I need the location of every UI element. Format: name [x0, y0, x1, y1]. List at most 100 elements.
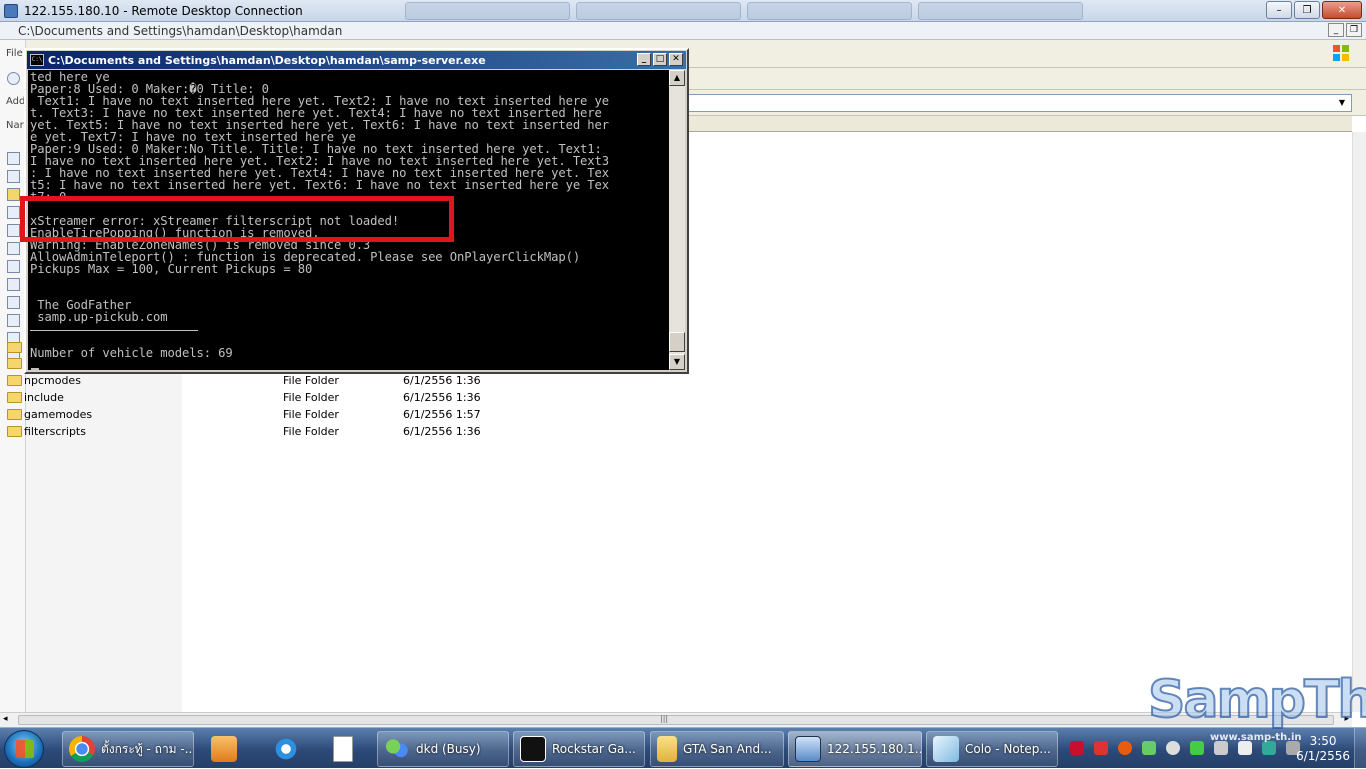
ghost-tab — [405, 2, 570, 20]
file-date: 6/1/2556 1:36 — [403, 425, 481, 438]
file-row[interactable]: npcmodes File Folder 6/1/2556 1:36 — [0, 373, 700, 390]
watermark-url: www.samp-th.in — [1210, 732, 1302, 743]
folder-icon[interactable] — [7, 358, 22, 369]
taskbar-pinned-document[interactable] — [318, 731, 368, 767]
document-icon — [333, 736, 353, 762]
taskbar-pinned-media[interactable] — [198, 731, 248, 767]
messenger-icon — [384, 736, 410, 762]
ghost-tab — [576, 2, 741, 20]
taskbar-item-label: 122.155.180.1... — [827, 742, 921, 756]
console-window-title: C:\Documents and Settings\hamdan\Desktop… — [48, 53, 486, 67]
taskbar-item-label: GTA San And... — [683, 742, 772, 756]
explorer-minimize-button[interactable]: _ — [1328, 23, 1344, 37]
rdp-minimize-button[interactable]: – — [1266, 1, 1292, 19]
explorer-window-controls: _ ❐ — [1328, 23, 1362, 37]
volume-icon[interactable] — [1214, 741, 1228, 755]
speaker-icon[interactable] — [1238, 741, 1252, 755]
taskbar-item-notepad[interactable]: Colo - Notep... — [926, 731, 1058, 767]
notepad-icon — [933, 736, 959, 762]
address-input[interactable]: ▼ — [688, 94, 1352, 112]
explorer-titlebar[interactable]: C:\Documents and Settings\hamdan\Desktop… — [0, 22, 1366, 40]
browser-tray-icon[interactable] — [1118, 741, 1132, 755]
windows-logo-icon — [16, 740, 34, 758]
file-type: File Folder — [283, 391, 339, 404]
scroll-up-icon[interactable]: ▲ — [669, 70, 685, 86]
show-desktop-button[interactable] — [1354, 728, 1366, 769]
rdp-background-tabs — [405, 2, 1083, 20]
file-row[interactable]: include File Folder 6/1/2556 1:36 — [0, 390, 700, 407]
file-name: include — [24, 391, 64, 404]
console-minimize-button[interactable]: _ — [637, 53, 651, 66]
console-titlebar[interactable]: C:\ C:\Documents and Settings\hamdan\Des… — [27, 51, 686, 69]
file-icon[interactable] — [7, 260, 20, 273]
name-column-label[interactable]: Nar — [6, 120, 24, 131]
chevron-down-icon[interactable]: ▼ — [1335, 96, 1349, 110]
console-maximize-button[interactable]: □ — [653, 53, 667, 66]
file-icon[interactable] — [7, 170, 20, 183]
file-type: File Folder — [283, 408, 339, 421]
start-button[interactable] — [4, 730, 44, 768]
rdp-window-controls: – ❐ ✕ — [1266, 1, 1362, 19]
ghost-tab — [747, 2, 912, 20]
rdp-restore-button[interactable]: ❐ — [1294, 1, 1320, 19]
taskbar-item-label: ตั้งกระทู้ - ถาม -... — [101, 741, 193, 756]
file-icon[interactable] — [7, 242, 20, 255]
console-close-button[interactable]: ✕ — [669, 53, 683, 66]
console-scroll-thumb[interactable] — [669, 332, 685, 352]
explorer-restore-button[interactable]: ❐ — [1346, 23, 1362, 37]
taskbar-item-label: Colo - Notep... — [965, 742, 1051, 756]
ghost-tab — [918, 2, 1083, 20]
taskbar-item-messenger[interactable]: dkd (Busy) — [377, 731, 509, 767]
error-highlight-box — [20, 196, 454, 242]
folder-icon[interactable] — [7, 342, 22, 353]
file-icon[interactable] — [7, 152, 20, 165]
address-label: Add — [6, 96, 26, 107]
window-icon[interactable] — [7, 206, 20, 219]
chrome-icon — [69, 736, 95, 762]
file-icon[interactable] — [7, 314, 20, 327]
folder-icon — [7, 426, 22, 437]
pen-icon[interactable] — [1142, 741, 1156, 755]
back-icon[interactable] — [7, 72, 20, 85]
file-date: 6/1/2556 1:57 — [403, 408, 481, 421]
folder-icon — [7, 392, 22, 403]
clock-date: 6/1/2556 — [1296, 749, 1350, 763]
taskbar-item-chrome[interactable]: ตั้งกระทู้ - ถาม -... — [62, 731, 194, 767]
network-icon[interactable] — [1190, 741, 1204, 755]
taskbar-item-remote-desktop[interactable]: 122.155.180.1... — [788, 731, 922, 767]
file-icon[interactable] — [7, 296, 20, 309]
folder-icon — [7, 409, 22, 420]
scroll-down-icon[interactable]: ▼ — [669, 354, 685, 370]
update-icon[interactable] — [1166, 741, 1180, 755]
file-icon[interactable] — [7, 188, 20, 201]
folder-icon — [7, 375, 22, 386]
file-row[interactable]: gamemodes File Folder 6/1/2556 1:57 — [0, 407, 700, 424]
internet-explorer-icon — [273, 736, 299, 762]
adobe-icon[interactable] — [1070, 741, 1084, 755]
windows-logo-icon — [1333, 45, 1349, 61]
explorer-vertical-scrollbar[interactable] — [1352, 132, 1366, 712]
rdp-close-button[interactable]: ✕ — [1322, 1, 1362, 19]
file-name: npcmodes — [24, 374, 81, 387]
console-line: samp.up-pickub.com — [30, 310, 168, 324]
watermark-logo: SampTh www.samp-th.in — [1147, 669, 1366, 743]
taskbar-pinned-ie[interactable] — [260, 731, 310, 767]
rdp-titlebar[interactable]: 122.155.180.10 - Remote Desktop Connecti… — [0, 0, 1366, 22]
console-separator — [30, 330, 198, 331]
taskbar-item-folder[interactable]: GTA San And... — [650, 731, 784, 767]
file-row[interactable]: filterscripts File Folder 6/1/2556 1:36 — [0, 424, 700, 441]
console-vertical-scrollbar[interactable]: ▲ ▼ — [669, 70, 685, 370]
explorer-window-title: C:\Documents and Settings\hamdan\Desktop… — [18, 23, 343, 38]
file-name: gamemodes — [24, 408, 93, 421]
calendar-icon[interactable] — [7, 278, 20, 291]
scroll-thumb[interactable] — [18, 715, 1334, 725]
taskbar-item-rockstar[interactable]: Rockstar Ga... — [513, 731, 645, 767]
flag-icon[interactable] — [1262, 741, 1276, 755]
window-icon[interactable] — [7, 224, 20, 237]
console-line: t5: I have no text inserted here yet. Te… — [30, 178, 610, 192]
menu-file-label[interactable]: File — [6, 48, 23, 59]
file-type: File Folder — [283, 374, 339, 387]
shield-icon[interactable] — [1094, 741, 1108, 755]
scroll-left-icon[interactable]: ◂ — [3, 714, 8, 724]
remote-desktop-icon — [795, 736, 821, 762]
